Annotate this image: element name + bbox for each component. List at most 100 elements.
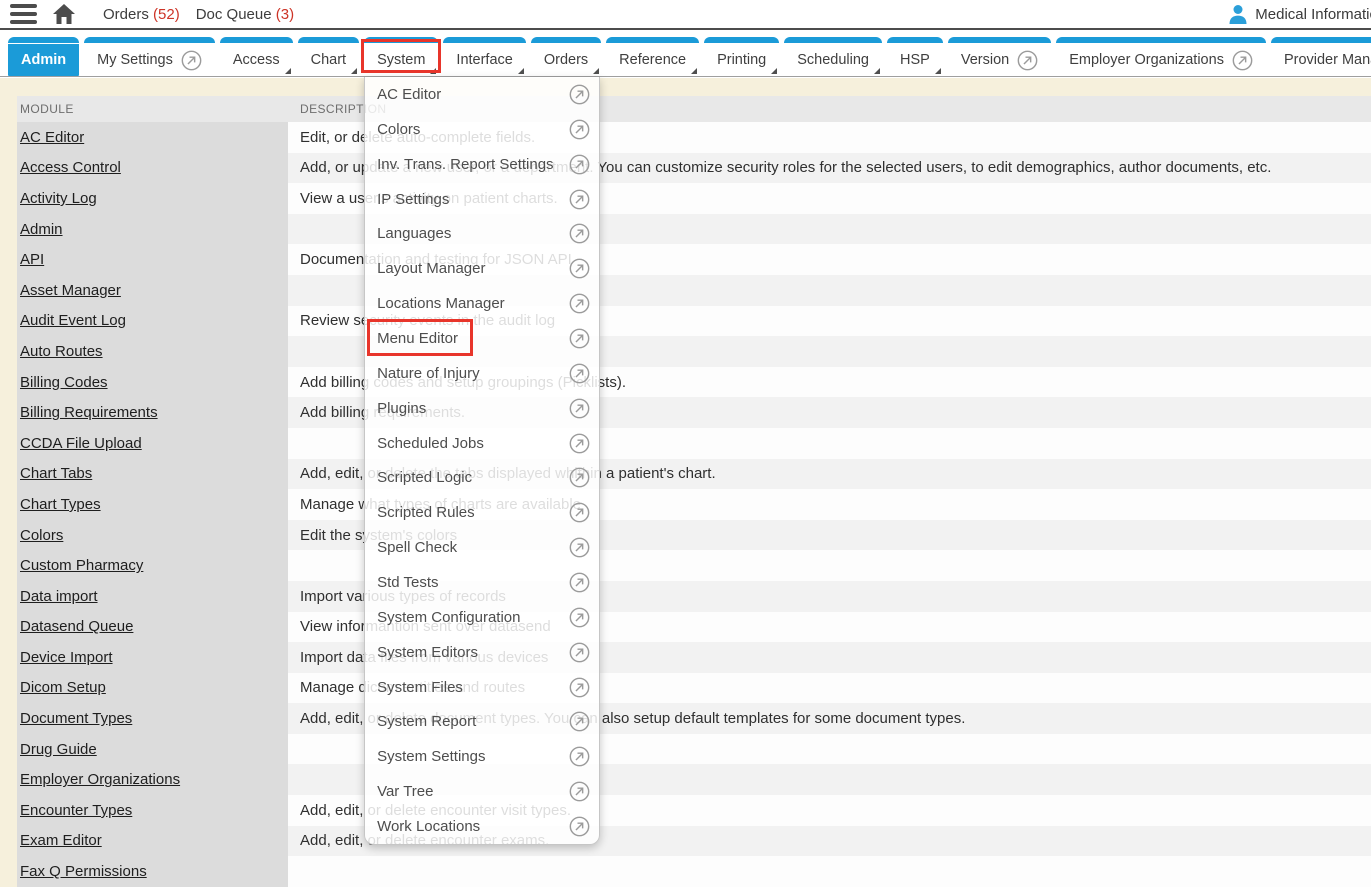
tab-hsp[interactable]: HSP xyxy=(887,37,943,76)
user-menu[interactable]: Medical Informatic xyxy=(1227,0,1371,28)
module-link-data-import[interactable]: Data import xyxy=(20,588,98,605)
doc-queue-link[interactable]: Doc Queue (3) xyxy=(196,6,294,23)
tab-reference[interactable]: Reference xyxy=(606,37,699,76)
tab-provider-management[interactable]: Provider Management xyxy=(1271,37,1371,76)
module-link-admin[interactable]: Admin xyxy=(20,221,63,238)
open-in-new-window-icon[interactable] xyxy=(569,293,590,314)
tab-orders[interactable]: Orders xyxy=(531,37,601,76)
module-cell: Access Control xyxy=(17,153,288,184)
open-in-new-window-icon[interactable] xyxy=(569,84,590,105)
module-link-activity-log[interactable]: Activity Log xyxy=(20,190,97,207)
home-button[interactable] xyxy=(52,3,76,25)
menu-item-system-report[interactable]: System Report xyxy=(365,704,599,739)
menu-item-label: System Report xyxy=(377,713,476,730)
menu-item-layout-manager[interactable]: Layout Manager xyxy=(365,251,599,286)
tab-my-settings[interactable]: My Settings xyxy=(84,37,215,76)
module-link-api[interactable]: API xyxy=(20,251,44,268)
menu-item-inv-trans-report-settings[interactable]: Inv. Trans. Report Settings xyxy=(365,147,599,182)
open-in-new-window-icon[interactable] xyxy=(569,154,590,175)
menu-item-scripted-logic[interactable]: Scripted Logic xyxy=(365,460,599,495)
open-in-new-window-icon[interactable] xyxy=(569,781,590,802)
module-link-chart-types[interactable]: Chart Types xyxy=(20,496,101,513)
tab-access[interactable]: Access xyxy=(220,37,293,76)
module-link-document-types[interactable]: Document Types xyxy=(20,710,132,727)
external-link-icon[interactable] xyxy=(1232,50,1253,71)
menu-item-label: IP Settings xyxy=(377,191,449,208)
module-link-ccda-file-upload[interactable]: CCDA File Upload xyxy=(20,435,142,452)
module-link-fax-q-permissions[interactable]: Fax Q Permissions xyxy=(20,863,147,880)
tab-chart[interactable]: Chart xyxy=(298,37,359,76)
open-in-new-window-icon[interactable] xyxy=(569,607,590,628)
open-in-new-window-icon[interactable] xyxy=(569,398,590,419)
module-link-asset-manager[interactable]: Asset Manager xyxy=(20,282,121,299)
tab-system[interactable]: SystemAC EditorColorsInv. Trans. Report … xyxy=(364,37,438,76)
open-in-new-window-icon[interactable] xyxy=(569,711,590,732)
module-cell: AC Editor xyxy=(17,122,288,153)
module-link-billing-requirements[interactable]: Billing Requirements xyxy=(20,404,158,421)
open-in-new-window-icon[interactable] xyxy=(569,433,590,454)
module-link-drug-guide[interactable]: Drug Guide xyxy=(20,741,97,758)
module-link-device-import[interactable]: Device Import xyxy=(20,649,113,666)
module-link-ac-editor[interactable]: AC Editor xyxy=(20,129,84,146)
module-link-chart-tabs[interactable]: Chart Tabs xyxy=(20,465,92,482)
open-in-new-window-icon[interactable] xyxy=(569,119,590,140)
open-in-new-window-icon[interactable] xyxy=(569,572,590,593)
menu-item-ip-settings[interactable]: IP Settings xyxy=(365,182,599,217)
menu-item-system-editors[interactable]: System Editors xyxy=(365,635,599,670)
menu-item-work-locations[interactable]: Work Locations xyxy=(365,809,599,844)
tab-label: Admin xyxy=(21,52,66,68)
open-in-new-window-icon[interactable] xyxy=(569,816,590,837)
submenu-corner-icon xyxy=(285,68,291,74)
menu-item-locations-manager[interactable]: Locations Manager xyxy=(365,286,599,321)
tab-version[interactable]: Version xyxy=(948,37,1051,76)
module-link-datasend-queue[interactable]: Datasend Queue xyxy=(20,618,133,635)
open-in-new-window-icon[interactable] xyxy=(569,502,590,523)
tab-scheduling[interactable]: Scheduling xyxy=(784,37,882,76)
module-link-encounter-types[interactable]: Encounter Types xyxy=(20,802,132,819)
tab-interface[interactable]: Interface xyxy=(443,37,525,76)
module-link-employer-organizations[interactable]: Employer Organizations xyxy=(20,771,180,788)
menu-item-plugins[interactable]: Plugins xyxy=(365,391,599,426)
menu-item-nature-of-injury[interactable]: Nature of Injury xyxy=(365,356,599,391)
menu-item-languages[interactable]: Languages xyxy=(365,216,599,251)
open-in-new-window-icon[interactable] xyxy=(569,189,590,210)
menu-item-colors[interactable]: Colors xyxy=(365,112,599,147)
open-in-new-window-icon[interactable] xyxy=(569,537,590,558)
menu-item-std-tests[interactable]: Std Tests xyxy=(365,565,599,600)
hamburger-menu-icon[interactable] xyxy=(10,4,37,24)
module-link-custom-pharmacy[interactable]: Custom Pharmacy xyxy=(20,557,143,574)
open-in-new-window-icon[interactable] xyxy=(569,677,590,698)
open-in-new-window-icon[interactable] xyxy=(569,363,590,384)
open-in-new-window-icon[interactable] xyxy=(569,642,590,663)
module-link-audit-event-log[interactable]: Audit Event Log xyxy=(20,312,126,329)
module-link-billing-codes[interactable]: Billing Codes xyxy=(20,374,108,391)
open-in-new-window-icon[interactable] xyxy=(569,467,590,488)
external-link-icon[interactable] xyxy=(1017,50,1038,71)
tab-employer-organizations[interactable]: Employer Organizations xyxy=(1056,37,1266,76)
menu-item-system-files[interactable]: System Files xyxy=(365,670,599,705)
menu-item-system-settings[interactable]: System Settings xyxy=(365,739,599,774)
menu-item-menu-editor[interactable]: Menu Editor xyxy=(365,321,599,356)
module-link-exam-editor[interactable]: Exam Editor xyxy=(20,832,102,849)
menu-item-var-tree[interactable]: Var Tree xyxy=(365,774,599,809)
open-in-new-window-icon[interactable] xyxy=(569,746,590,767)
menu-item-scripted-rules[interactable]: Scripted Rules xyxy=(365,495,599,530)
module-link-colors[interactable]: Colors xyxy=(20,527,63,544)
open-in-new-window-icon[interactable] xyxy=(569,258,590,279)
menu-item-spell-check[interactable]: Spell Check xyxy=(365,530,599,565)
menu-item-system-configuration[interactable]: System Configuration xyxy=(365,600,599,635)
module-link-access-control[interactable]: Access Control xyxy=(20,159,121,176)
tab-top-stripe xyxy=(531,37,601,44)
menu-item-ac-editor[interactable]: AC Editor xyxy=(365,77,599,112)
module-link-auto-routes[interactable]: Auto Routes xyxy=(20,343,103,360)
system-dropdown-menu: AC EditorColorsInv. Trans. Report Settin… xyxy=(364,77,600,845)
open-in-new-window-icon[interactable] xyxy=(569,328,590,349)
doc-queue-label: Doc Queue xyxy=(196,6,272,23)
orders-link[interactable]: Orders (52) xyxy=(103,6,180,23)
open-in-new-window-icon[interactable] xyxy=(569,223,590,244)
external-link-icon[interactable] xyxy=(181,50,202,71)
tab-admin[interactable]: Admin xyxy=(8,37,79,76)
module-link-dicom-setup[interactable]: Dicom Setup xyxy=(20,679,106,696)
menu-item-scheduled-jobs[interactable]: Scheduled Jobs xyxy=(365,426,599,461)
tab-printing[interactable]: Printing xyxy=(704,37,779,76)
